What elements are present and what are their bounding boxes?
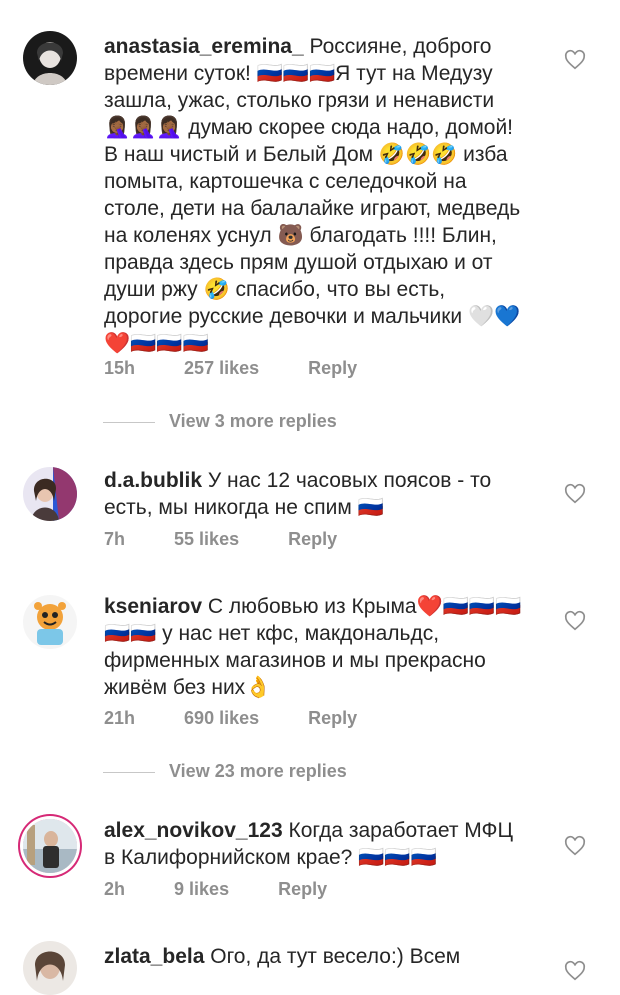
avatar[interactable]: [23, 467, 77, 521]
view-more-replies-label: View 23 more replies: [169, 761, 347, 781]
reply-button[interactable]: Reply: [278, 879, 327, 899]
heart-outline-icon[interactable]: [564, 610, 586, 632]
comment-username[interactable]: kseniarov: [104, 595, 202, 618]
comment-likes[interactable]: 690 likes: [184, 708, 259, 728]
comment-meta: 2h 9 likes Reply: [104, 879, 371, 900]
comment-text: zlata_bela Ого, да тут весело:) Всем: [104, 943, 524, 970]
comment-likes[interactable]: 55 likes: [174, 529, 239, 549]
comment-likes[interactable]: 9 likes: [174, 879, 229, 899]
comment-text: alex_novikov_123 Когда заработает МФЦ в …: [104, 817, 524, 871]
reply-button[interactable]: Reply: [288, 529, 337, 549]
reply-button[interactable]: Reply: [308, 358, 357, 378]
view-more-replies[interactable]: View 3 more replies: [103, 411, 337, 435]
heart-outline-icon[interactable]: [564, 835, 586, 857]
comment-username[interactable]: zlata_bela: [104, 945, 204, 968]
comment-time: 21h: [104, 708, 136, 728]
heart-outline-icon[interactable]: [564, 483, 586, 505]
heart-outline-icon[interactable]: [564, 960, 586, 982]
divider-line: [103, 771, 155, 773]
view-more-replies[interactable]: View 23 more replies: [103, 761, 347, 785]
comment-username[interactable]: d.a.bublik: [104, 469, 202, 492]
comment-body: Ого, да тут весело:) Всем: [210, 945, 461, 968]
comment-time: 2h: [104, 879, 126, 899]
divider-line: [103, 421, 155, 423]
comment-meta: 7h 55 likes Reply: [104, 529, 381, 550]
heart-outline-icon[interactable]: [564, 49, 586, 71]
avatar[interactable]: [23, 941, 77, 995]
comment-text: d.a.bublik У нас 12 часовых поясов - то …: [104, 467, 524, 521]
comment-meta: 21h 690 likes Reply: [104, 708, 401, 729]
comment-likes[interactable]: 257 likes: [184, 358, 259, 378]
avatar[interactable]: [23, 31, 77, 85]
view-more-replies-label: View 3 more replies: [169, 411, 337, 431]
comment-username[interactable]: anastasia_eremina_: [104, 35, 304, 58]
comment-meta: 15h 257 likes Reply: [104, 358, 401, 379]
comment-text: kseniarov С любовью из Крыма❤️🇷🇺🇷🇺🇷🇺🇷🇺🇷🇺…: [104, 593, 524, 701]
comment-username[interactable]: alex_novikov_123: [104, 819, 283, 842]
avatar[interactable]: [23, 595, 77, 649]
comment-time: 7h: [104, 529, 126, 549]
reply-button[interactable]: Reply: [308, 708, 357, 728]
avatar[interactable]: [23, 819, 77, 873]
comment-time: 15h: [104, 358, 136, 378]
comment-body: Россияне, доброго времени суток! 🇷🇺🇷🇺🇷🇺Я…: [104, 35, 521, 355]
comment-text: anastasia_eremina_ Россияне, доброго вре…: [104, 33, 524, 357]
